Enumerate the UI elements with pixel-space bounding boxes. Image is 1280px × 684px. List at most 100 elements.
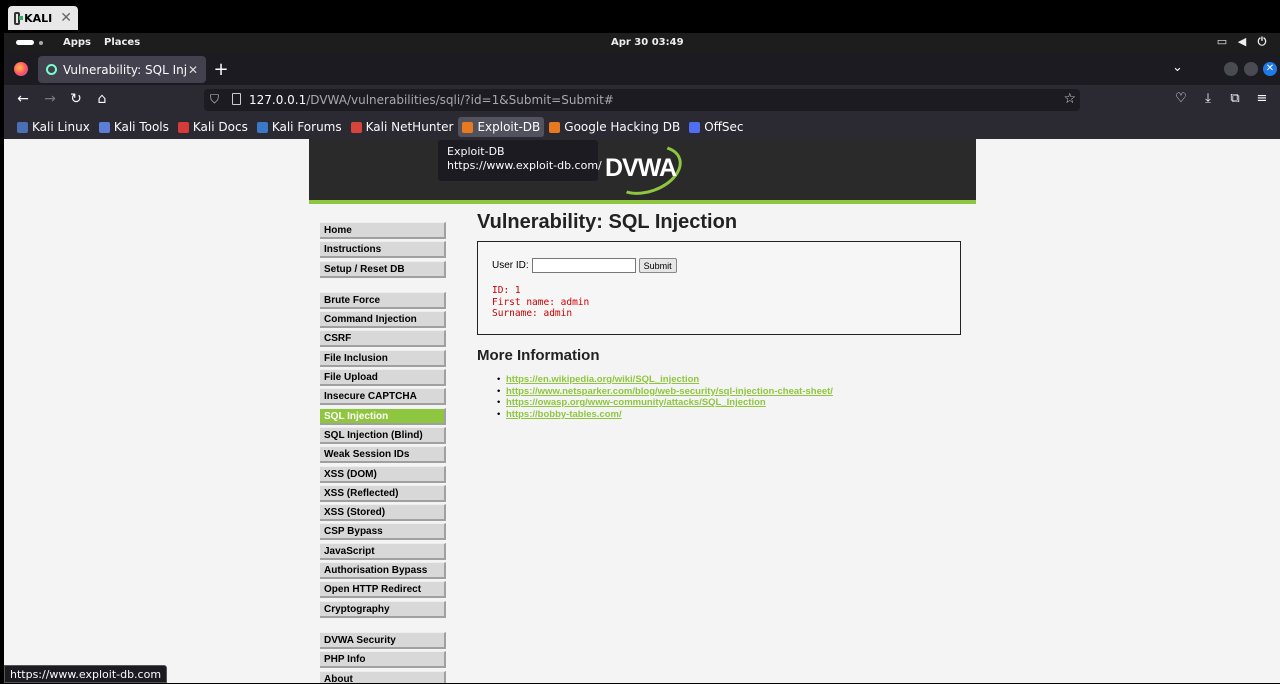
submit-button[interactable]: Submit [638, 258, 677, 273]
bookmark-label: Kali Linux [32, 120, 90, 134]
more-info-link[interactable]: https://bobby-tables.com/ [506, 409, 622, 420]
bookmark-kali-nethunter[interactable]: Kali NetHunter [347, 117, 458, 137]
menu-item-xss-reflected[interactable]: XSS (Reflected) [320, 484, 446, 502]
window-close-button[interactable]: ✕ [1263, 62, 1277, 76]
vm-tab[interactable]: KALI ✕ [8, 6, 78, 30]
bookmark-favicon-icon [549, 121, 561, 133]
menu-item-file-inclusion[interactable]: File Inclusion [320, 349, 446, 367]
bookmark-label: Kali NetHunter [365, 120, 454, 134]
places-menu[interactable]: Places [104, 37, 140, 48]
hamburger-menu-icon[interactable]: ≡ [1254, 91, 1270, 106]
tooltip-url: https://www.exploit-db.com/ [447, 159, 602, 172]
menu-item-php-info[interactable]: PHP Info [320, 651, 446, 669]
list-item: https://owasp.org/www-community/attacks/… [497, 397, 967, 409]
bookmark-favicon-icon [17, 121, 28, 133]
bookmark-exploit-db[interactable]: Exploit-DB [458, 117, 545, 137]
user-id-label: User ID: [492, 260, 529, 271]
pocket-icon[interactable]: ♡ [1173, 91, 1189, 106]
bookmark-favicon-icon [98, 121, 110, 133]
menu-item-javascript[interactable]: JavaScript [320, 542, 446, 560]
volume-icon[interactable]: ◀ [1236, 35, 1248, 49]
vm-tab-close-icon[interactable]: ✕ [60, 10, 72, 26]
url-path: /DVWA/vulnerabilities/sqli/?id=1&Submit=… [306, 93, 614, 107]
desktop-top-panel: Apps Places Apr 30 03:49 ▭ ◀ ⏻ [4, 33, 1280, 53]
tab-title: Vulnerability: SQL Injection [63, 62, 186, 77]
menu-item-cryptography[interactable]: Cryptography [320, 600, 446, 618]
more-info-link[interactable]: https://en.wikipedia.org/wiki/SQL_inject… [506, 374, 699, 385]
user-id-input[interactable] [531, 258, 636, 273]
dvwa-side-menu: Home Instructions Setup / Reset DB Brute Fo… [320, 222, 446, 683]
forward-arrow-icon[interactable]: → [41, 91, 59, 107]
menu-item-command-injection[interactable]: Command Injection [320, 311, 446, 329]
system-tray: ▭ ◀ ⏻ [1216, 35, 1268, 49]
kali-vm-icon [14, 11, 24, 25]
menu-item-open-http-redirect[interactable]: Open HTTP Redirect [320, 581, 446, 599]
home-icon[interactable]: ⌂ [93, 91, 111, 107]
bookmark-favicon-icon [689, 121, 701, 133]
bookmark-label: Kali Docs [192, 120, 248, 134]
activities-indicator[interactable] [16, 40, 43, 46]
menu-item-home[interactable]: Home [320, 222, 446, 239]
page-viewport: DVWA Home Instructions Setup / Reset DB Bru… [4, 139, 1280, 683]
menu-item-csp-bypass[interactable]: CSP Bypass [320, 523, 446, 541]
bookmark-favicon-icon [256, 121, 268, 133]
menu-item-sql-injection-blind[interactable]: SQL Injection (Blind) [320, 426, 446, 444]
minimize-button[interactable] [1224, 62, 1238, 76]
more-info-link[interactable]: https://owasp.org/www-community/attacks/… [506, 397, 766, 408]
bookmark-offsec[interactable]: OffSec [685, 117, 747, 137]
vm-tab-label: KALI [24, 11, 53, 25]
bookmark-star-icon[interactable]: ☆ [1063, 91, 1076, 107]
back-arrow-icon[interactable]: ← [14, 91, 32, 107]
url-text[interactable]: 127.0.0.1/DVWA/vulnerabilities/sqli/?id=… [249, 93, 614, 107]
apps-menu[interactable]: Apps [63, 37, 91, 48]
bookmark-kali-linux[interactable]: Kali Linux [13, 117, 94, 137]
more-info-link[interactable]: https://www.netsparker.com/blog/web-secu… [506, 386, 833, 397]
panel-clock[interactable]: Apr 30 03:49 [611, 37, 684, 48]
bookmark-label: OffSec [704, 120, 744, 134]
menu-item-file-upload[interactable]: File Upload [320, 369, 446, 387]
tab-active[interactable]: Vulnerability: SQL Injection ✕ [38, 56, 206, 83]
workspace-active-icon [16, 40, 34, 45]
reload-icon[interactable]: ↻ [67, 91, 85, 107]
menu-item-xss-dom[interactable]: XSS (DOM) [320, 465, 446, 483]
menu-item-sql-injection[interactable]: SQL Injection [320, 407, 446, 425]
url-host: 127.0.0.1 [249, 93, 307, 107]
address-bar[interactable]: ⛉ 127.0.0.1/DVWA/vulnerabilities/sqli/?i… [204, 89, 1080, 111]
menu-item-brute-force[interactable]: Brute Force [320, 291, 446, 309]
list-item: https://www.netsparker.com/blog/web-secu… [497, 386, 967, 398]
download-icon[interactable]: ⤓ [1200, 91, 1216, 106]
menu-item-xss-stored[interactable]: XSS (Stored) [320, 504, 446, 522]
bookmark-label: Google Hacking DB [564, 120, 681, 134]
tab-close-icon[interactable]: ✕ [188, 63, 198, 77]
list-item: https://bobby-tables.com/ [497, 409, 967, 421]
menu-item-weak-session-ids[interactable]: Weak Session IDs [320, 446, 446, 464]
menu-item-csrf[interactable]: CSRF [320, 330, 446, 348]
menu-item-about[interactable]: About [320, 670, 446, 683]
power-icon[interactable]: ⏻ [1256, 35, 1268, 49]
menu-item-dvwa-security[interactable]: DVWA Security [320, 631, 446, 649]
extensions-icon[interactable]: ⧉ [1227, 91, 1243, 106]
list-item: https://en.wikipedia.org/wiki/SQL_inject… [497, 374, 967, 386]
logo-text: DVWA [605, 154, 677, 182]
bookmarks-bar: Kali Linux Kali Tools Kali Docs Kali Forums… [4, 115, 1280, 139]
screen-icon[interactable]: ▭ [1216, 35, 1228, 49]
menu-item-instructions[interactable]: Instructions [320, 241, 446, 259]
maximize-button[interactable] [1244, 62, 1258, 76]
bookmark-tooltip: Exploit-DB https://www.exploit-db.com/ [438, 140, 602, 181]
bookmark-favicon-icon [462, 121, 474, 133]
bookmark-kali-docs[interactable]: Kali Docs [174, 117, 252, 137]
page-info-icon[interactable] [232, 93, 241, 105]
bookmark-kali-tools[interactable]: Kali Tools [95, 117, 173, 137]
bookmark-google-hacking-db[interactable]: Google Hacking DB [545, 117, 684, 137]
menu-item-insecure-captcha[interactable]: Insecure CAPTCHA [320, 388, 446, 406]
shield-icon[interactable]: ⛉ [210, 92, 219, 107]
new-tab-button[interactable]: + [212, 59, 230, 80]
bookmark-label: Kali Tools [113, 120, 169, 134]
tooltip-title: Exploit-DB [447, 145, 505, 158]
bookmark-kali-forums[interactable]: Kali Forums [253, 117, 346, 137]
tab-favicon-icon [46, 64, 57, 75]
menu-item-setup-reset-db[interactable]: Setup / Reset DB [320, 260, 446, 278]
menu-item-authorisation-bypass[interactable]: Authorisation Bypass [320, 562, 446, 580]
bookmark-favicon-icon [350, 121, 362, 133]
tab-list-chevron-icon[interactable]: ⌄ [1172, 60, 1183, 75]
